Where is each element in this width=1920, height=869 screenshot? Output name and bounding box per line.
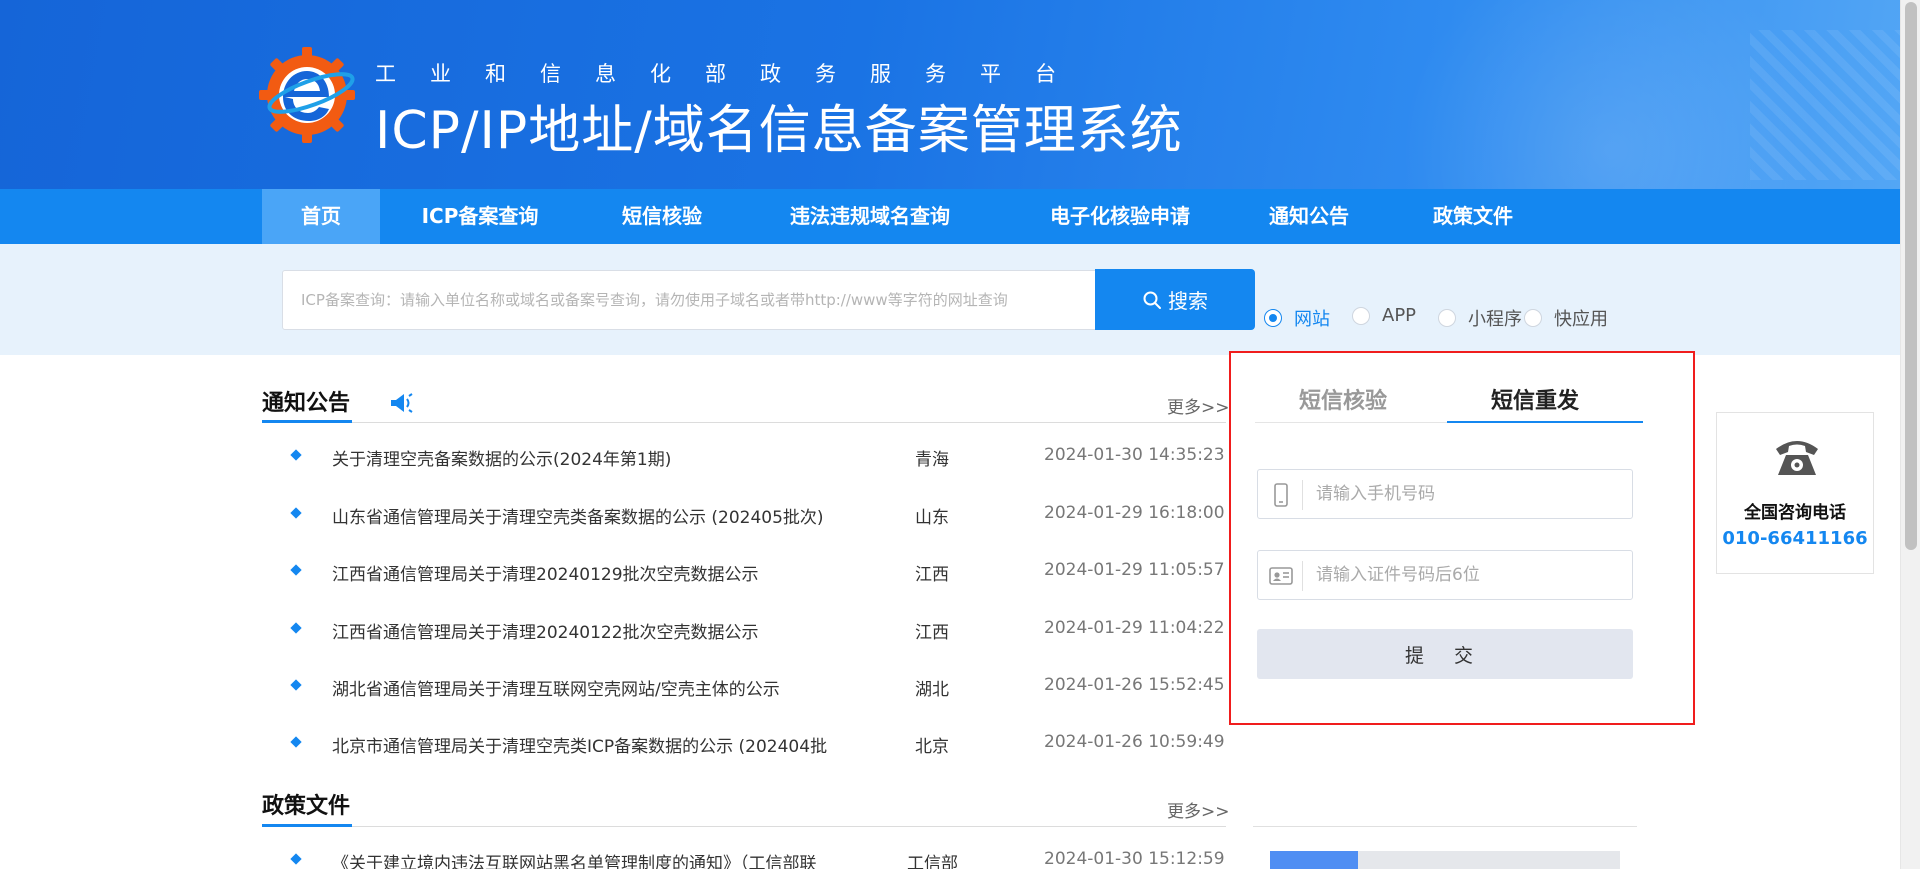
notice-row: 江西省通信管理局关于清理20240129批次空壳数据公示 江西 2024-01-… (260, 557, 1225, 587)
policy-issuer: 工信部 (907, 854, 958, 869)
notice-title[interactable]: 湖北省通信管理局关于清理互联网空壳网站/空壳主体的公示 (332, 675, 780, 700)
nav-item-home[interactable]: 首页 (262, 189, 380, 244)
search-icon (1143, 291, 1161, 309)
notices-more-link[interactable]: 更多>> (1167, 393, 1230, 418)
nav-item-notices[interactable]: 通知公告 (1254, 189, 1364, 244)
notice-row: 北京市通信管理局关于清理空壳类ICP备案数据的公示 (202404批 北京 20… (260, 729, 1225, 759)
notice-row: 关于清理空壳备案数据的公示(2024年第1期) 青海 2024-01-30 14… (260, 442, 1225, 472)
notices-title-underline (262, 420, 352, 423)
notice-region: 山东 (915, 508, 949, 528)
page-scrollbar[interactable] (1900, 0, 1920, 869)
phone-input[interactable] (1316, 478, 1616, 510)
nav-item-sms-verify[interactable]: 短信核验 (602, 189, 722, 244)
id-field (1257, 550, 1633, 600)
radio-label-mini-program: 小程序 (1468, 309, 1522, 330)
mobile-phone-icon (1274, 483, 1288, 507)
policies-title-underline (262, 824, 352, 827)
progress-fill (1270, 851, 1358, 869)
policy-row: 《关于建立境内违法互联网站黑名单管理制度的通知》（工信部联 工信部 2024-0… (260, 846, 1225, 869)
search-button-label: 搜索 (1168, 291, 1208, 313)
policies-divider (262, 826, 1226, 827)
notice-region: 北京 (915, 737, 949, 757)
radio-website[interactable]: 网站 (1264, 305, 1330, 331)
right-section-divider (1253, 826, 1637, 827)
nav-item-policies[interactable]: 政策文件 (1418, 189, 1528, 244)
system-title: ICP/IP地址/域名信息备案管理系统 (375, 101, 1183, 161)
notice-date: 2024-01-29 16:18:00 (1044, 503, 1225, 523)
bullet-icon (290, 564, 302, 576)
notice-region: 青海 (915, 450, 949, 470)
platform-subtitle: 工业和信息化部政务服务平台 (375, 62, 1090, 86)
bullet-icon (290, 679, 302, 691)
nav-item-icp-query[interactable]: ICP备案查询 (400, 189, 560, 244)
radio-dot (1352, 306, 1370, 325)
notices-title: 通知公告 (262, 391, 351, 416)
radio-app[interactable]: APP (1352, 305, 1416, 326)
phone-field (1257, 469, 1633, 519)
notice-title[interactable]: 江西省通信管理局关于清理20240122批次空壳数据公示 (332, 618, 759, 643)
sms-verify-panel: 短信核验 短信重发 提 交 (1229, 351, 1695, 725)
nav-item-illegal-domain[interactable]: 违法违规域名查询 (770, 189, 970, 244)
id-number-input[interactable] (1316, 559, 1616, 591)
notice-row: 江西省通信管理局关于清理20240122批次空壳数据公示 江西 2024-01-… (260, 615, 1225, 645)
notice-date: 2024-01-29 11:05:57 (1044, 560, 1225, 580)
notice-title[interactable]: 关于清理空壳备案数据的公示(2024年第1期) (332, 445, 671, 470)
radio-dot (1264, 309, 1282, 327)
progress-track (1270, 851, 1620, 869)
bullet-icon (290, 622, 302, 634)
radio-mini-program[interactable]: 小程序 (1438, 305, 1522, 331)
header-banner: 工业和信息化部政务服务平台 ICP/IP地址/域名信息备案管理系统 (0, 0, 1900, 189)
search-button[interactable]: 搜索 (1095, 269, 1255, 330)
policy-title[interactable]: 《关于建立境内违法互联网站黑名单管理制度的通知》（工信部联 (332, 849, 817, 869)
hotline-number: 010-66411166 (1722, 528, 1868, 549)
banner-pattern (1750, 30, 1900, 180)
telephone-icon (1776, 441, 1818, 475)
policies-title: 政策文件 (262, 794, 351, 819)
notice-date: 2024-01-29 11:04:22 (1044, 618, 1225, 638)
field-separator (1302, 480, 1303, 510)
radio-label-app: APP (1382, 305, 1417, 326)
notice-row: 湖北省通信管理局关于清理互联网空壳网站/空壳主体的公示 湖北 2024-01-2… (260, 672, 1225, 702)
radio-label-quick-app: 快应用 (1554, 309, 1608, 330)
bullet-icon (290, 449, 302, 461)
tab-sms-resend[interactable]: 短信重发 (1491, 383, 1579, 415)
radio-label-website: 网站 (1294, 309, 1330, 330)
notice-date: 2024-01-26 15:52:45 (1044, 675, 1225, 695)
notice-title[interactable]: 山东省通信管理局关于清理空壳类备案数据的公示 (202405批次) (332, 503, 824, 528)
policies-more-link[interactable]: 更多>> (1167, 797, 1230, 822)
policy-date: 2024-01-30 15:12:59 (1044, 849, 1225, 869)
notice-title[interactable]: 江西省通信管理局关于清理20240129批次空壳数据公示 (332, 560, 759, 585)
submit-button[interactable]: 提 交 (1257, 629, 1633, 679)
notice-region: 江西 (915, 565, 949, 585)
icp-search-input[interactable] (282, 270, 1096, 330)
main-navbar: 首页 ICP备案查询 短信核验 违法违规域名查询 电子化核验申请 通知公告 政策… (0, 189, 1900, 244)
megaphone-icon (391, 393, 413, 413)
notice-date: 2024-01-26 10:59:49 (1044, 732, 1225, 752)
bullet-icon (290, 853, 302, 865)
id-card-icon (1269, 567, 1293, 585)
bullet-icon (290, 736, 302, 748)
tab-sms-verify[interactable]: 短信核验 (1299, 383, 1387, 415)
sms-tab-active-indicator (1447, 421, 1643, 423)
field-separator (1302, 561, 1303, 591)
notice-title[interactable]: 北京市通信管理局关于清理空壳类ICP备案数据的公示 (202404批 (332, 732, 827, 757)
hotline-card: 全国咨询电话 010-66411166 (1716, 412, 1874, 574)
notices-divider (262, 422, 1226, 423)
notice-row: 山东省通信管理局关于清理空壳类备案数据的公示 (202405批次) 山东 202… (260, 500, 1225, 530)
notice-date: 2024-01-30 14:35:23 (1044, 445, 1225, 465)
bullet-icon (290, 507, 302, 519)
radio-dot (1524, 309, 1542, 327)
hotline-label: 全国咨询电话 (1744, 503, 1846, 523)
nav-item-e-verify[interactable]: 电子化核验申请 (1020, 189, 1220, 244)
scrollbar-thumb[interactable] (1905, 2, 1917, 550)
globe-e-logo (259, 47, 355, 143)
notice-region: 湖北 (915, 680, 949, 700)
radio-quick-app[interactable]: 快应用 (1524, 305, 1608, 331)
radio-dot (1438, 309, 1456, 327)
notice-region: 江西 (915, 623, 949, 643)
